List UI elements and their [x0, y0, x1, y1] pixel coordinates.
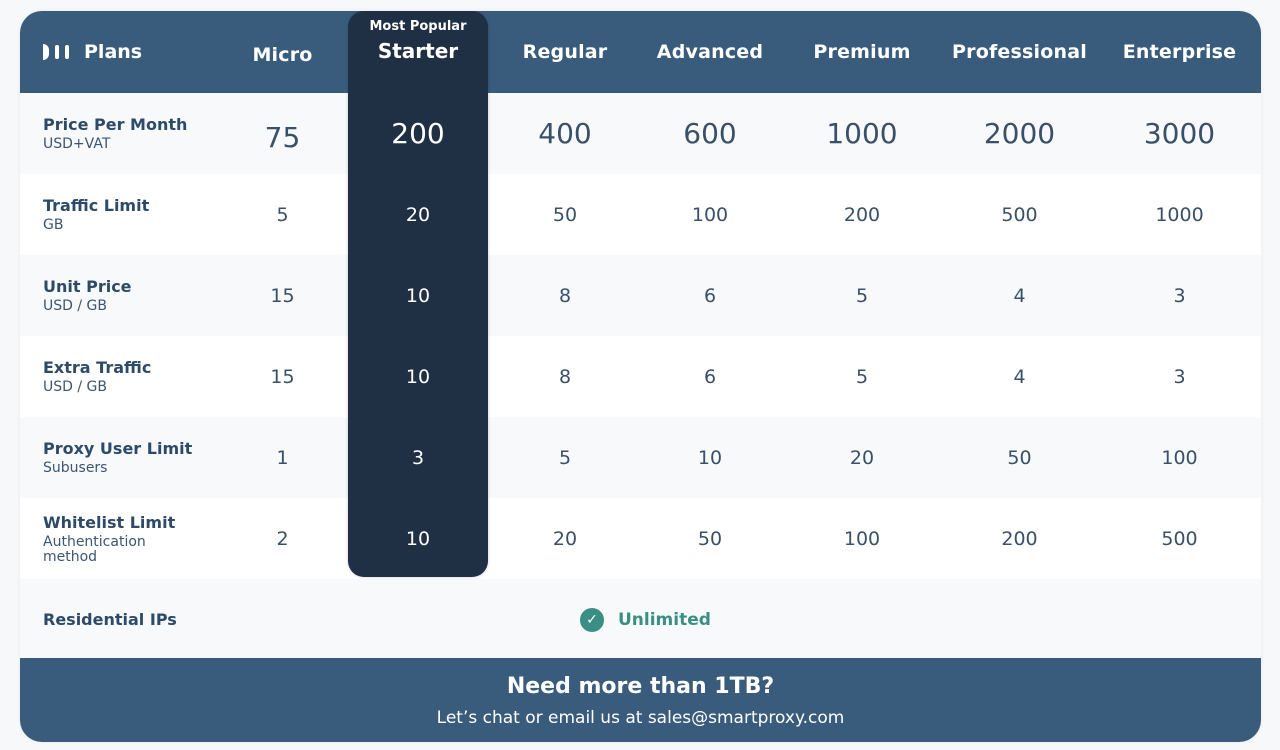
- cell-premium: 200: [843, 203, 881, 226]
- table-row-unit-price: Unit Price USD / GB 15 8 6 5 4 3: [20, 255, 1261, 336]
- cell-advanced: 6: [703, 284, 717, 307]
- cell-starter: 10: [405, 527, 431, 550]
- cell-premium: 100: [843, 527, 881, 550]
- cell-advanced: 100: [691, 203, 729, 226]
- cell-professional: 200: [1001, 527, 1038, 550]
- cell-enterprise: 500: [1161, 527, 1198, 550]
- table-row-residential: Residential IPs ✓ Unlimited: [20, 579, 1261, 660]
- row-label: Residential IPs: [43, 610, 177, 629]
- cell-advanced: 10: [697, 446, 723, 469]
- row-sublabel: USD+VAT: [43, 136, 111, 152]
- cell-enterprise: 3: [1173, 284, 1186, 307]
- cell-enterprise: 3: [1173, 365, 1186, 388]
- row-sublabel: Authentication method: [43, 533, 146, 565]
- cell-starter: 200: [391, 117, 445, 150]
- cell-enterprise: 1000: [1155, 203, 1204, 226]
- plan-header-premium: Premium: [813, 41, 911, 63]
- contact-footer: Need more than 1TB? Let’s chat or email …: [20, 658, 1261, 742]
- cell-professional: 2000: [983, 117, 1056, 150]
- plans-title: Plans: [43, 11, 142, 93]
- row-sublabel: USD / GB: [43, 379, 107, 395]
- row-label: Unit Price: [43, 277, 132, 296]
- row-sublabel: USD / GB: [43, 298, 107, 314]
- cell-professional: 4: [1013, 365, 1026, 388]
- cell-premium: 20: [849, 446, 875, 469]
- popular-plan-column: Most Popular Starter 200 20 10 10 3 10: [348, 11, 488, 577]
- cell-regular: 8: [558, 284, 572, 307]
- cell-micro: 75: [264, 121, 301, 154]
- unlimited-badge: ✓ Unlimited: [580, 579, 711, 660]
- cell-regular: 20: [552, 527, 578, 550]
- cell-regular: 5: [558, 446, 572, 469]
- cell-starter: 10: [405, 284, 431, 307]
- cell-enterprise: 100: [1161, 446, 1198, 469]
- cell-starter: 20: [405, 203, 431, 226]
- row-sublabel: GB: [43, 217, 64, 233]
- cell-micro: 5: [276, 203, 289, 226]
- pricing-table: Plans Micro Regular Advanced Premium Pro…: [20, 11, 1261, 742]
- cell-enterprise: 3000: [1143, 117, 1216, 150]
- cell-starter: 10: [405, 365, 431, 388]
- cell-starter: 3: [411, 446, 425, 469]
- table-row-price: Price Per Month USD+VAT 75 400 600 1000 2…: [20, 93, 1261, 174]
- cell-micro: 2: [276, 527, 289, 550]
- plan-header-professional: Professional: [952, 41, 1087, 63]
- table-row-traffic: Traffic Limit GB 5 50 100 200 500 1000: [20, 174, 1261, 255]
- table-row-proxy-users: Proxy User Limit Subusers 1 5 10 20 50 10…: [20, 417, 1261, 498]
- plan-header-starter: Starter: [377, 39, 459, 63]
- row-label: Proxy User Limit: [43, 439, 193, 458]
- footer-heading: Need more than 1TB?: [506, 674, 775, 699]
- cell-professional: 4: [1013, 284, 1026, 307]
- cell-premium: 5: [855, 284, 869, 307]
- cell-regular: 400: [538, 117, 592, 150]
- cell-advanced: 600: [683, 117, 737, 150]
- plan-header-regular: Regular: [522, 41, 608, 63]
- cell-premium: 5: [855, 365, 869, 388]
- cell-regular: 50: [552, 203, 578, 226]
- cell-micro: 15: [270, 365, 295, 388]
- table-header: Plans Micro Regular Advanced Premium Pro…: [20, 11, 1261, 93]
- plans-title-text: Plans: [84, 41, 143, 63]
- plan-header-micro: Micro: [252, 44, 313, 66]
- row-label: Price Per Month: [43, 115, 188, 134]
- smartproxy-logo-icon: [43, 44, 72, 60]
- row-sublabel: Subusers: [43, 460, 108, 476]
- cell-premium: 1000: [826, 117, 898, 150]
- cell-advanced: 6: [703, 365, 717, 388]
- cell-professional: 50: [1007, 446, 1032, 469]
- most-popular-badge: Most Popular: [369, 19, 467, 34]
- row-label: Whitelist Limit: [43, 512, 176, 532]
- row-label: Traffic Limit: [43, 196, 150, 215]
- row-label: Extra Traffic: [43, 358, 152, 377]
- footer-contact-link[interactable]: Let’s chat or email us at sales@smartpro…: [20, 708, 1261, 728]
- cell-advanced: 50: [697, 527, 723, 550]
- unlimited-text: Unlimited: [618, 609, 711, 630]
- check-circle-icon: ✓: [580, 607, 604, 632]
- plan-header-advanced: Advanced: [656, 41, 764, 63]
- cell-micro: 1: [276, 446, 289, 469]
- table-row-whitelist: Whitelist Limit Authentication method 2 2…: [20, 498, 1261, 579]
- cell-regular: 8: [558, 365, 572, 388]
- cell-professional: 500: [1001, 203, 1038, 226]
- table-row-extra-traffic: Extra Traffic USD / GB 15 8 6 5 4 3: [20, 336, 1261, 417]
- plan-header-enterprise: Enterprise: [1122, 41, 1237, 63]
- cell-micro: 15: [270, 284, 295, 307]
